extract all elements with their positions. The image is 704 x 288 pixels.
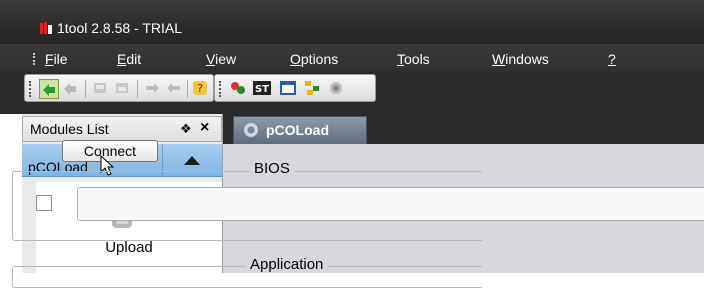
plugin-icon[interactable] — [327, 79, 345, 97]
connect-icon[interactable] — [39, 79, 59, 99]
send-icon[interactable] — [143, 79, 161, 97]
help-icon[interactable]: ? — [191, 79, 209, 97]
toolbar-strip-2: ST — [214, 74, 376, 102]
disconnect-icon[interactable] — [61, 79, 79, 97]
tab-label: pCOLoad — [266, 122, 329, 138]
pin-icon[interactable]: ❖ — [180, 121, 192, 137]
modules-list-header: Modules List ❖ × — [22, 116, 222, 142]
menu-file[interactable]: File — [45, 51, 68, 67]
toolbar-grip[interactable] — [29, 81, 33, 97]
download-icon[interactable] — [113, 79, 131, 97]
toolbar-separator — [187, 80, 188, 98]
toolbar-separator — [137, 80, 138, 98]
menu-tools[interactable]: Tools — [397, 51, 430, 67]
tools-icon[interactable] — [229, 79, 247, 97]
modules-list-title: Modules List — [30, 121, 109, 137]
toolbar: ? ST — [0, 72, 704, 114]
bios-checkbox[interactable] — [36, 195, 52, 211]
receive-icon[interactable] — [165, 79, 183, 97]
menu-options[interactable]: Options — [290, 51, 338, 67]
tab-pcoload[interactable]: pCOLoad — [233, 116, 367, 144]
toolbar-separator — [85, 80, 86, 98]
document-tabs: pCOLoad — [223, 114, 704, 144]
menu-grip[interactable] — [33, 53, 37, 65]
chevron-up-icon — [184, 156, 200, 165]
bios-label: BIOS — [250, 160, 294, 177]
window-title: 1tool 2.8.58 - TRIAL — [57, 20, 183, 36]
menu-edit[interactable]: Edit — [117, 51, 141, 67]
upload-icon[interactable] — [91, 79, 109, 97]
close-icon[interactable]: × — [200, 119, 209, 137]
menu-bar: File Edit View Options Tools Windows ? — [0, 44, 704, 72]
application-label: Application — [246, 256, 328, 273]
window-icon[interactable] — [279, 79, 297, 97]
plugin-icon — [244, 123, 258, 137]
menu-view[interactable]: View — [206, 51, 236, 67]
title-bar: 1tool 2.8.58 - TRIAL — [0, 0, 704, 44]
module-item-upload[interactable]: Upload — [22, 239, 236, 256]
svg-text:?: ? — [197, 82, 203, 95]
bios-path-field[interactable] — [77, 187, 704, 221]
menu-windows[interactable]: Windows — [492, 51, 549, 67]
st-icon[interactable]: ST — [253, 79, 271, 97]
tree-icon[interactable] — [303, 79, 321, 97]
toolbar-grip[interactable] — [219, 81, 223, 97]
app-logo-icon — [40, 22, 52, 34]
svg-text:ST: ST — [255, 84, 269, 95]
toolbar-strip-1: ? — [24, 74, 214, 102]
menu-help[interactable]: ? — [608, 51, 616, 67]
